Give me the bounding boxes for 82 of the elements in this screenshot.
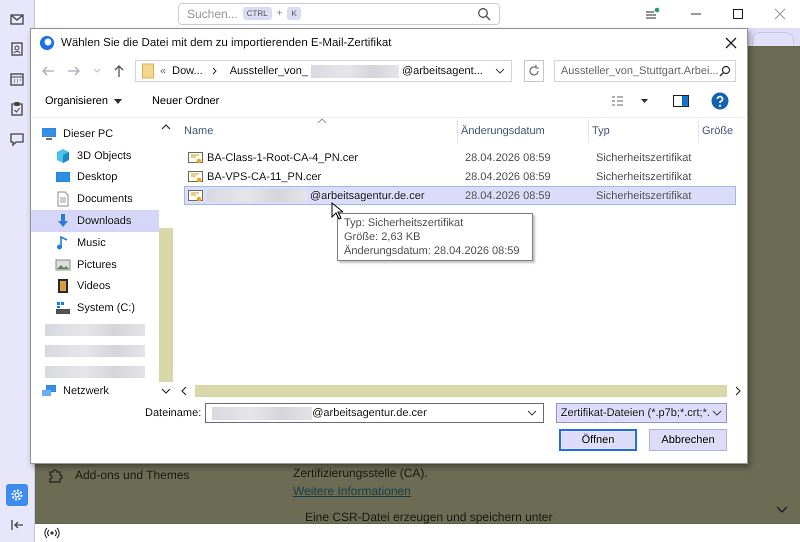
breadcrumb-text[interactable]: Dow... <box>172 65 203 77</box>
nav-item[interactable]: Dieser PC <box>31 123 159 145</box>
nav-item[interactable]: Downloads <box>31 210 159 232</box>
certificate-icon <box>188 188 204 202</box>
menu-icon[interactable] <box>644 6 660 21</box>
file-date: 28.04.2026 08:59 <box>464 190 552 202</box>
cancel-button[interactable]: Abbrechen <box>649 429 727 451</box>
breadcrumb-text[interactable]: @arbeitsagent... <box>402 65 483 77</box>
key-label: CTRL <box>242 7 272 20</box>
search-field[interactable]: Aussteller_von_Stuttgart.Arbei... <box>554 60 736 82</box>
drive-icon <box>55 300 71 316</box>
certificate-icon <box>188 150 204 164</box>
app-logo-icon <box>39 35 55 51</box>
chevron-right-icon <box>212 67 218 75</box>
film-icon <box>55 278 71 294</box>
tooltip-text: Größe: 2,63 KB <box>344 230 422 244</box>
column-header[interactable]: Größe <box>699 119 739 143</box>
file-date: 28.04.2026 08:59 <box>464 170 552 182</box>
file-name: @arbeitsagentur.de.cer <box>310 190 425 202</box>
close-icon[interactable] <box>725 37 737 49</box>
nav-item[interactable]: System (C:) <box>31 297 159 320</box>
column-header[interactable]: Änderungsdatum <box>458 119 589 143</box>
organize-menu-button[interactable]: Organisieren <box>41 93 126 109</box>
overflow-chevron[interactable]: « <box>160 65 166 77</box>
refresh-icon[interactable] <box>524 60 544 82</box>
search-icon <box>718 65 731 77</box>
dialog-title: Wählen Sie die Datei mit dem zu importierenden E-Mail-Zertifikat <box>61 37 392 49</box>
file-row[interactable]: BA-VPS-CA-11_PN.cer 28.04.2026 08:59 Sicherheitszertifikat <box>184 167 736 186</box>
certificate-icon <box>188 170 204 184</box>
chevron-up-icon <box>161 124 171 130</box>
nav-item[interactable]: 3D Objects <box>31 144 159 167</box>
chevron-down-icon[interactable] <box>494 68 505 74</box>
computer-icon <box>41 126 57 142</box>
file-type: Sicherheitszertifikat <box>595 152 692 164</box>
field-label: Dateiname: <box>145 407 202 419</box>
preview-pane-icon[interactable] <box>673 95 689 107</box>
file-name: BA-VPS-CA-11_PN.cer <box>207 170 322 182</box>
file-date: 28.04.2026 08:59 <box>464 152 552 164</box>
settings-icon[interactable] <box>6 484 28 506</box>
search-icon <box>477 6 491 21</box>
nav-item[interactable]: Documents <box>31 188 159 210</box>
maximize-icon[interactable] <box>732 8 744 20</box>
new-folder-button[interactable]: Neuer Ordner <box>148 93 224 109</box>
key-label: K <box>287 7 301 20</box>
breadcrumb-text[interactable]: Aussteller_von_ <box>230 65 308 77</box>
file-row[interactable]: BA-Class-1-Root-CA-4_PN.cer 28.04.2026 08:59 Sicherheitszertifikat <box>184 148 736 167</box>
chevron-right-icon <box>735 386 741 396</box>
document-icon <box>55 191 71 208</box>
up-arrow-icon[interactable] <box>113 64 125 78</box>
caret-icon <box>114 98 122 104</box>
chevron-down-icon[interactable] <box>161 388 171 394</box>
file-type: Sicherheitszertifikat <box>595 190 692 202</box>
tooltip-text: Änderungsdatum: 28.04.2026 08:59 <box>344 244 521 258</box>
nav-item[interactable]: Pictures <box>31 254 159 276</box>
chevron-left-icon <box>181 386 187 396</box>
nav-item[interactable]: Netzwerk <box>31 380 109 402</box>
file-name: BA-Class-1-Root-CA-4_PN.cer <box>207 152 358 164</box>
address-bar[interactable]: « Dow... Aussteller_von_ @arbeitsagent... <box>135 60 512 82</box>
chevron-down-icon <box>526 410 537 416</box>
nav-item[interactable]: Videos <box>31 276 159 298</box>
search-field[interactable]: Suchen... CTRL + K <box>178 2 500 25</box>
option-text: Eine CSR-Datei erzeugen und speichern unter <box>305 510 554 524</box>
file-type: Sicherheitszertifikat <box>595 170 692 182</box>
view-options-icon[interactable] <box>611 95 651 107</box>
file-row[interactable]: @arbeitsagentur.de.cer 28.04.2026 08:59 Sicherheitszertifikat <box>184 186 736 205</box>
plus-sign: + <box>276 8 282 20</box>
description-text: Zertifizierungsstelle (CA). <box>293 466 429 480</box>
nav-item[interactable]: Music <box>31 232 159 254</box>
nav-item[interactable]: Desktop <box>31 166 159 188</box>
file-type-dropdown[interactable]: Zertifikat-Dateien (*.p7b;*.crt;*. <box>556 403 727 423</box>
chevron-down-icon <box>712 410 722 416</box>
tooltip-text: Typ: Sicherheitszertifikat <box>344 216 464 230</box>
help-icon[interactable] <box>711 92 729 110</box>
open-button[interactable]: Öffnen <box>559 429 637 451</box>
picture-icon <box>55 256 71 273</box>
column-header[interactable]: Name <box>181 119 458 143</box>
filename-field[interactable]: @arbeitsagentur.de.cer <box>205 403 544 423</box>
broadcast-icon[interactable] <box>43 526 61 540</box>
folder-icon <box>142 63 154 79</box>
download-arrow-icon <box>55 213 71 230</box>
column-header[interactable]: Typ <box>589 119 699 143</box>
cube-icon <box>55 148 71 164</box>
